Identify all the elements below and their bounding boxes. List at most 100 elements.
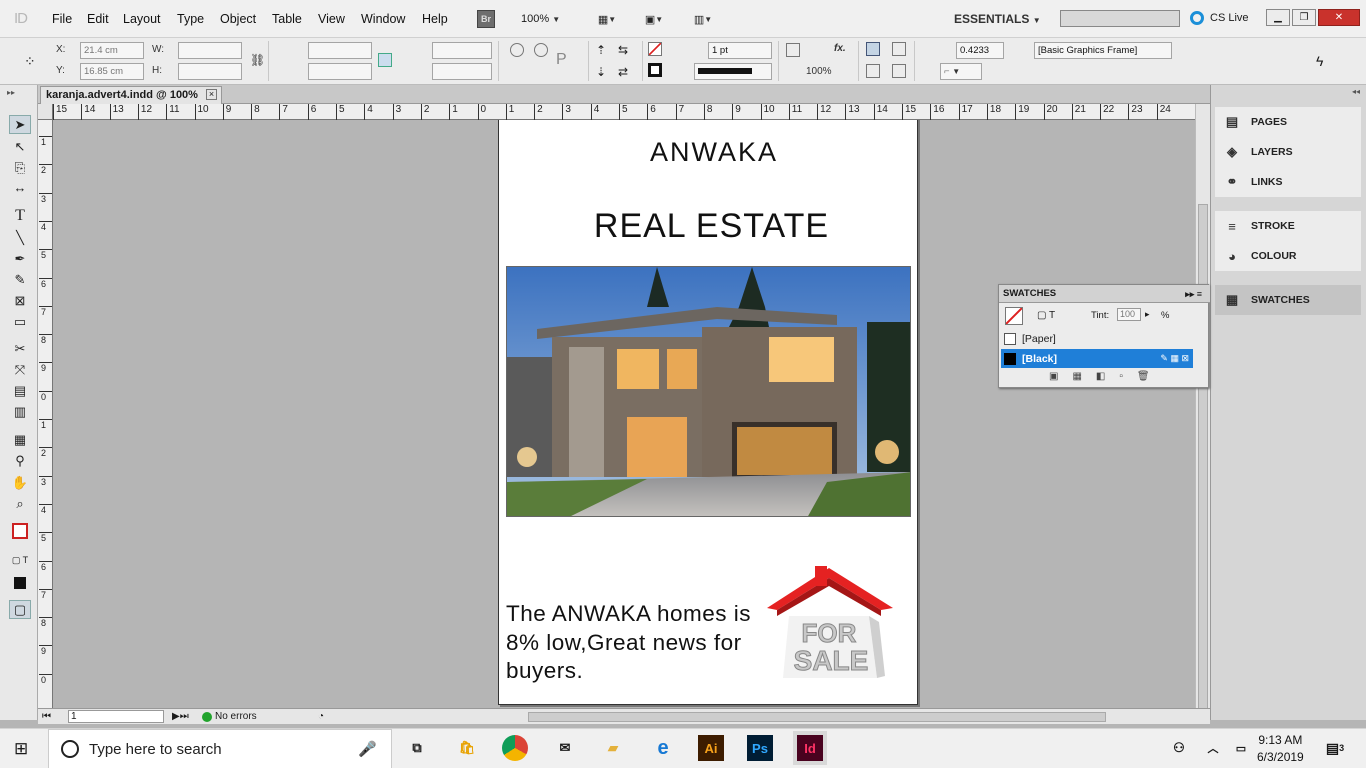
panel-pages[interactable]: ▤ PAGES — [1215, 107, 1361, 137]
pencil-tool-icon[interactable]: ✎ — [9, 270, 31, 289]
panel-colour[interactable]: ◕ COLOUR — [1215, 241, 1361, 271]
selection-tool-icon[interactable]: ➤ — [9, 115, 31, 134]
body-text[interactable]: The ANWAKA homes is 8% low,Great news fo… — [506, 600, 771, 686]
panel-menu-icon[interactable]: ▸▸ ≡ — [1185, 285, 1202, 303]
scale-y-field[interactable] — [308, 63, 372, 80]
collapse-toolbar-icon[interactable]: ▸▸ — [7, 88, 15, 97]
indesign-icon[interactable]: Id — [793, 731, 827, 765]
line-tool-icon[interactable]: ╲ — [9, 228, 31, 247]
reference-point-icon[interactable]: ⁘ — [24, 53, 42, 71]
rotate-ccw-icon[interactable] — [534, 43, 548, 57]
tint-field[interactable]: 100 — [1117, 308, 1141, 321]
next-page-icon[interactable]: ▶⏭ — [172, 711, 189, 722]
house-photo[interactable] — [506, 266, 911, 517]
illustrator-icon[interactable]: Ai — [698, 735, 724, 761]
hand-tool-icon[interactable]: ✋ — [9, 473, 31, 492]
collapse-dock-icon[interactable]: ◂◂ — [1352, 87, 1360, 96]
menu-table[interactable]: Table — [272, 12, 302, 26]
fill-stroke-swatch-icon[interactable] — [1005, 307, 1023, 325]
bridge-button[interactable]: Br — [477, 10, 495, 28]
select-content-icon[interactable]: ⇣ — [596, 65, 610, 79]
y-field[interactable]: 16.85 cm — [80, 63, 144, 80]
file-explorer-icon[interactable]: ▰ — [600, 735, 626, 761]
horizontal-ruler[interactable]: 15 14 13 12 11 10 9 8 7 6 5 4 3 2 1 0 1 2 3 4 5 6 7 8 9 10 11 12 13 1… — [53, 104, 1195, 120]
zoom-level[interactable]: 100% ▼ — [521, 13, 560, 25]
minimize-button[interactable]: ▁ — [1266, 9, 1290, 26]
stroke-color-icon[interactable] — [648, 63, 662, 77]
arrange-documents-button[interactable]: ▥ ▼ — [686, 9, 720, 29]
task-view-icon[interactable]: ⧉ — [404, 735, 430, 761]
pen-tool-icon[interactable]: ✒ — [9, 249, 31, 268]
cs-live-button[interactable]: CS Live — [1190, 11, 1249, 25]
stroke-type-select[interactable] — [694, 63, 772, 80]
open-page-icon[interactable]: ◔ — [318, 711, 324, 722]
page-number-field[interactable]: 1 — [68, 710, 164, 723]
document-tab[interactable]: karanja.advert4.indd @ 100% × — [40, 86, 222, 104]
effects-button[interactable]: fx. — [834, 43, 846, 54]
rectangle-frame-tool-icon[interactable]: ⊠ — [9, 291, 31, 310]
page-tool-icon[interactable]: ⎘ — [9, 158, 31, 177]
normal-view-icon[interactable]: ▢ — [9, 600, 31, 619]
rectangle-tool-icon[interactable]: ▭ — [9, 312, 31, 331]
pasteboard[interactable]: ANWAKA REAL ESTATE The ANWAKA homes is 8… — [53, 120, 1195, 708]
fill-none-icon[interactable] — [648, 42, 662, 56]
rotation-field[interactable] — [432, 42, 492, 59]
headline-anwaka[interactable]: ANWAKA — [499, 137, 919, 168]
vertical-ruler[interactable]: 1 2 3 4 5 6 7 8 9 0 1 2 3 4 5 6 7 8 9 0 — [38, 120, 53, 708]
scissors-tool-icon[interactable]: ✂ — [9, 339, 31, 358]
free-transform-tool-icon[interactable]: ⤧ — [9, 360, 31, 379]
vertical-scroll-thumb[interactable] — [1198, 204, 1208, 720]
select-container-icon[interactable]: ⇡ — [596, 43, 610, 57]
direct-selection-tool-icon[interactable]: ↖ — [9, 137, 31, 156]
show-hidden-icons[interactable]: ︿ — [1200, 735, 1226, 761]
vertical-scrollbar[interactable] — [1195, 104, 1210, 720]
headline-real-estate[interactable]: REAL ESTATE — [499, 207, 919, 246]
taskbar-search[interactable]: Type here to search 🎤 — [48, 729, 392, 768]
wrap-jump-icon[interactable] — [892, 64, 906, 78]
height-field[interactable] — [178, 63, 242, 80]
fill-stroke-icon[interactable] — [9, 521, 31, 540]
view-options-button[interactable]: ▦ ▼ — [590, 9, 624, 29]
constrain-proportions-icon[interactable]: ⛓ — [250, 53, 265, 67]
object-style-select[interactable]: [Basic Graphics Frame] — [1034, 42, 1172, 59]
menu-edit[interactable]: Edit — [87, 12, 109, 26]
container-text-toggle-icon[interactable]: ▢ T — [1037, 310, 1055, 321]
formatting-affects-icon[interactable]: ▢ T — [9, 551, 31, 570]
photoshop-icon[interactable]: Ps — [747, 735, 773, 761]
preflight-status[interactable]: No errors — [215, 711, 257, 722]
apply-color-icon[interactable] — [9, 573, 31, 592]
lightning-icon[interactable]: ϟ — [1316, 53, 1330, 69]
select-previous-icon[interactable]: ⇆ — [618, 43, 632, 57]
close-tab-icon[interactable]: × — [206, 89, 217, 100]
microphone-icon[interactable]: 🎤 — [358, 740, 377, 758]
for-sale-graphic[interactable]: FOR SALE — [767, 566, 897, 684]
panel-layers[interactable]: ◈ LAYERS — [1215, 137, 1361, 167]
gradient-swatch-tool-icon[interactable]: ▤ — [9, 381, 31, 400]
type-tool-icon[interactable]: T — [9, 206, 31, 225]
wrap-shape-icon[interactable] — [866, 64, 880, 78]
menu-layout[interactable]: Layout — [123, 12, 161, 26]
width-field[interactable] — [178, 42, 242, 59]
workspace-switcher[interactable]: ESSENTIALS ▼ — [954, 12, 1041, 26]
store-icon[interactable]: 🛍 — [454, 735, 480, 761]
menu-view[interactable]: View — [318, 12, 345, 26]
gap-tool-icon[interactable]: ↔ — [9, 178, 31, 197]
panel-links[interactable]: ⚭ LINKS — [1215, 167, 1361, 197]
constrain-scale-icon[interactable] — [378, 53, 392, 67]
drop-shadow-icon[interactable] — [786, 43, 800, 57]
menu-window[interactable]: Window — [361, 12, 405, 26]
frame-offset-field[interactable]: 0.4233 cm — [956, 42, 1004, 71]
text-wrap-bbox-icon[interactable] — [892, 42, 906, 56]
restore-button[interactable]: ❐ — [1292, 9, 1316, 26]
help-search-input[interactable] — [1060, 10, 1180, 27]
scale-x-field[interactable] — [308, 42, 372, 59]
gradient-feather-tool-icon[interactable]: ▥ — [9, 402, 31, 421]
shear-field[interactable] — [432, 63, 492, 80]
first-page-icon[interactable]: ⏮ — [42, 711, 51, 722]
zoom-tool-icon[interactable]: ⌕ — [9, 494, 31, 513]
edge-icon[interactable]: e — [650, 735, 676, 761]
menu-type[interactable]: Type — [177, 12, 204, 26]
mail-icon[interactable]: ✉ — [552, 735, 578, 761]
swatch-black[interactable]: [Black] ✎ ▦ ⊠ — [1001, 349, 1193, 368]
text-wrap-icon[interactable] — [866, 42, 880, 56]
